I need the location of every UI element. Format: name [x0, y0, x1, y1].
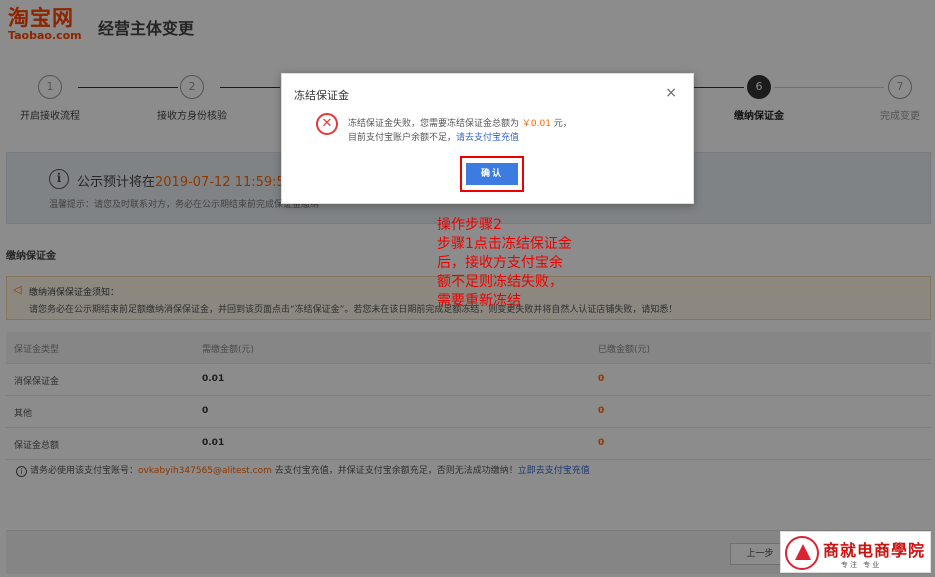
annotation-line: 额不足则冻结失败，	[437, 274, 563, 290]
annotation-line: 后，接收方支付宝余	[437, 255, 563, 271]
brand-name: 商就电商學院	[823, 541, 926, 560]
dialog-message-line1: 冻结保证金失败，您需要冻结保证金总额为 ￥0.01 元，	[348, 117, 572, 131]
freeze-deposit-dialog: 冻结保证金 × ✕ 冻结保证金失败，您需要冻结保证金总额为 ￥0.01 元， 目…	[281, 73, 694, 204]
brand-slogan: 专注 专业	[841, 561, 882, 569]
confirm-button[interactable]: 确认	[466, 163, 518, 185]
close-icon[interactable]: ×	[665, 86, 677, 100]
dialog-message: 冻结保证金失败，您需要冻结保证金总额为 ￥0.01 元， 目前支付宝账户余额不足…	[348, 117, 572, 145]
recharge-link[interactable]: 请去支付宝充值	[456, 133, 519, 143]
annotation-line: 操作步骤2	[437, 217, 502, 233]
msg-prefix: 冻结保证金失败，您需要冻结保证金总额为	[348, 119, 522, 129]
deposit-amount: ￥0.01	[521, 119, 551, 129]
tutorial-annotation: 操作步骤2 步骤1点击冻结保证金 后，接收方支付宝余 额不足则冻结失败， 需要重…	[437, 216, 572, 311]
dialog-message-line2: 目前支付宝账户余额不足，请去支付宝充值	[348, 131, 572, 145]
msg-suffix: 元，	[550, 119, 572, 129]
annotation-line: 需要重新冻结	[437, 293, 521, 309]
brand-emblem-icon	[785, 536, 819, 570]
dialog-title: 冻结保证金	[294, 89, 349, 102]
msg-line2-prefix: 目前支付宝账户余额不足，	[348, 133, 457, 143]
brand-watermark: 商就电商學院 专注 专业	[780, 531, 931, 573]
annotation-line: 步骤1点击冻结保证金	[437, 236, 572, 252]
confirm-highlight-frame: 确认	[460, 156, 524, 192]
error-icon: ✕	[316, 113, 338, 135]
